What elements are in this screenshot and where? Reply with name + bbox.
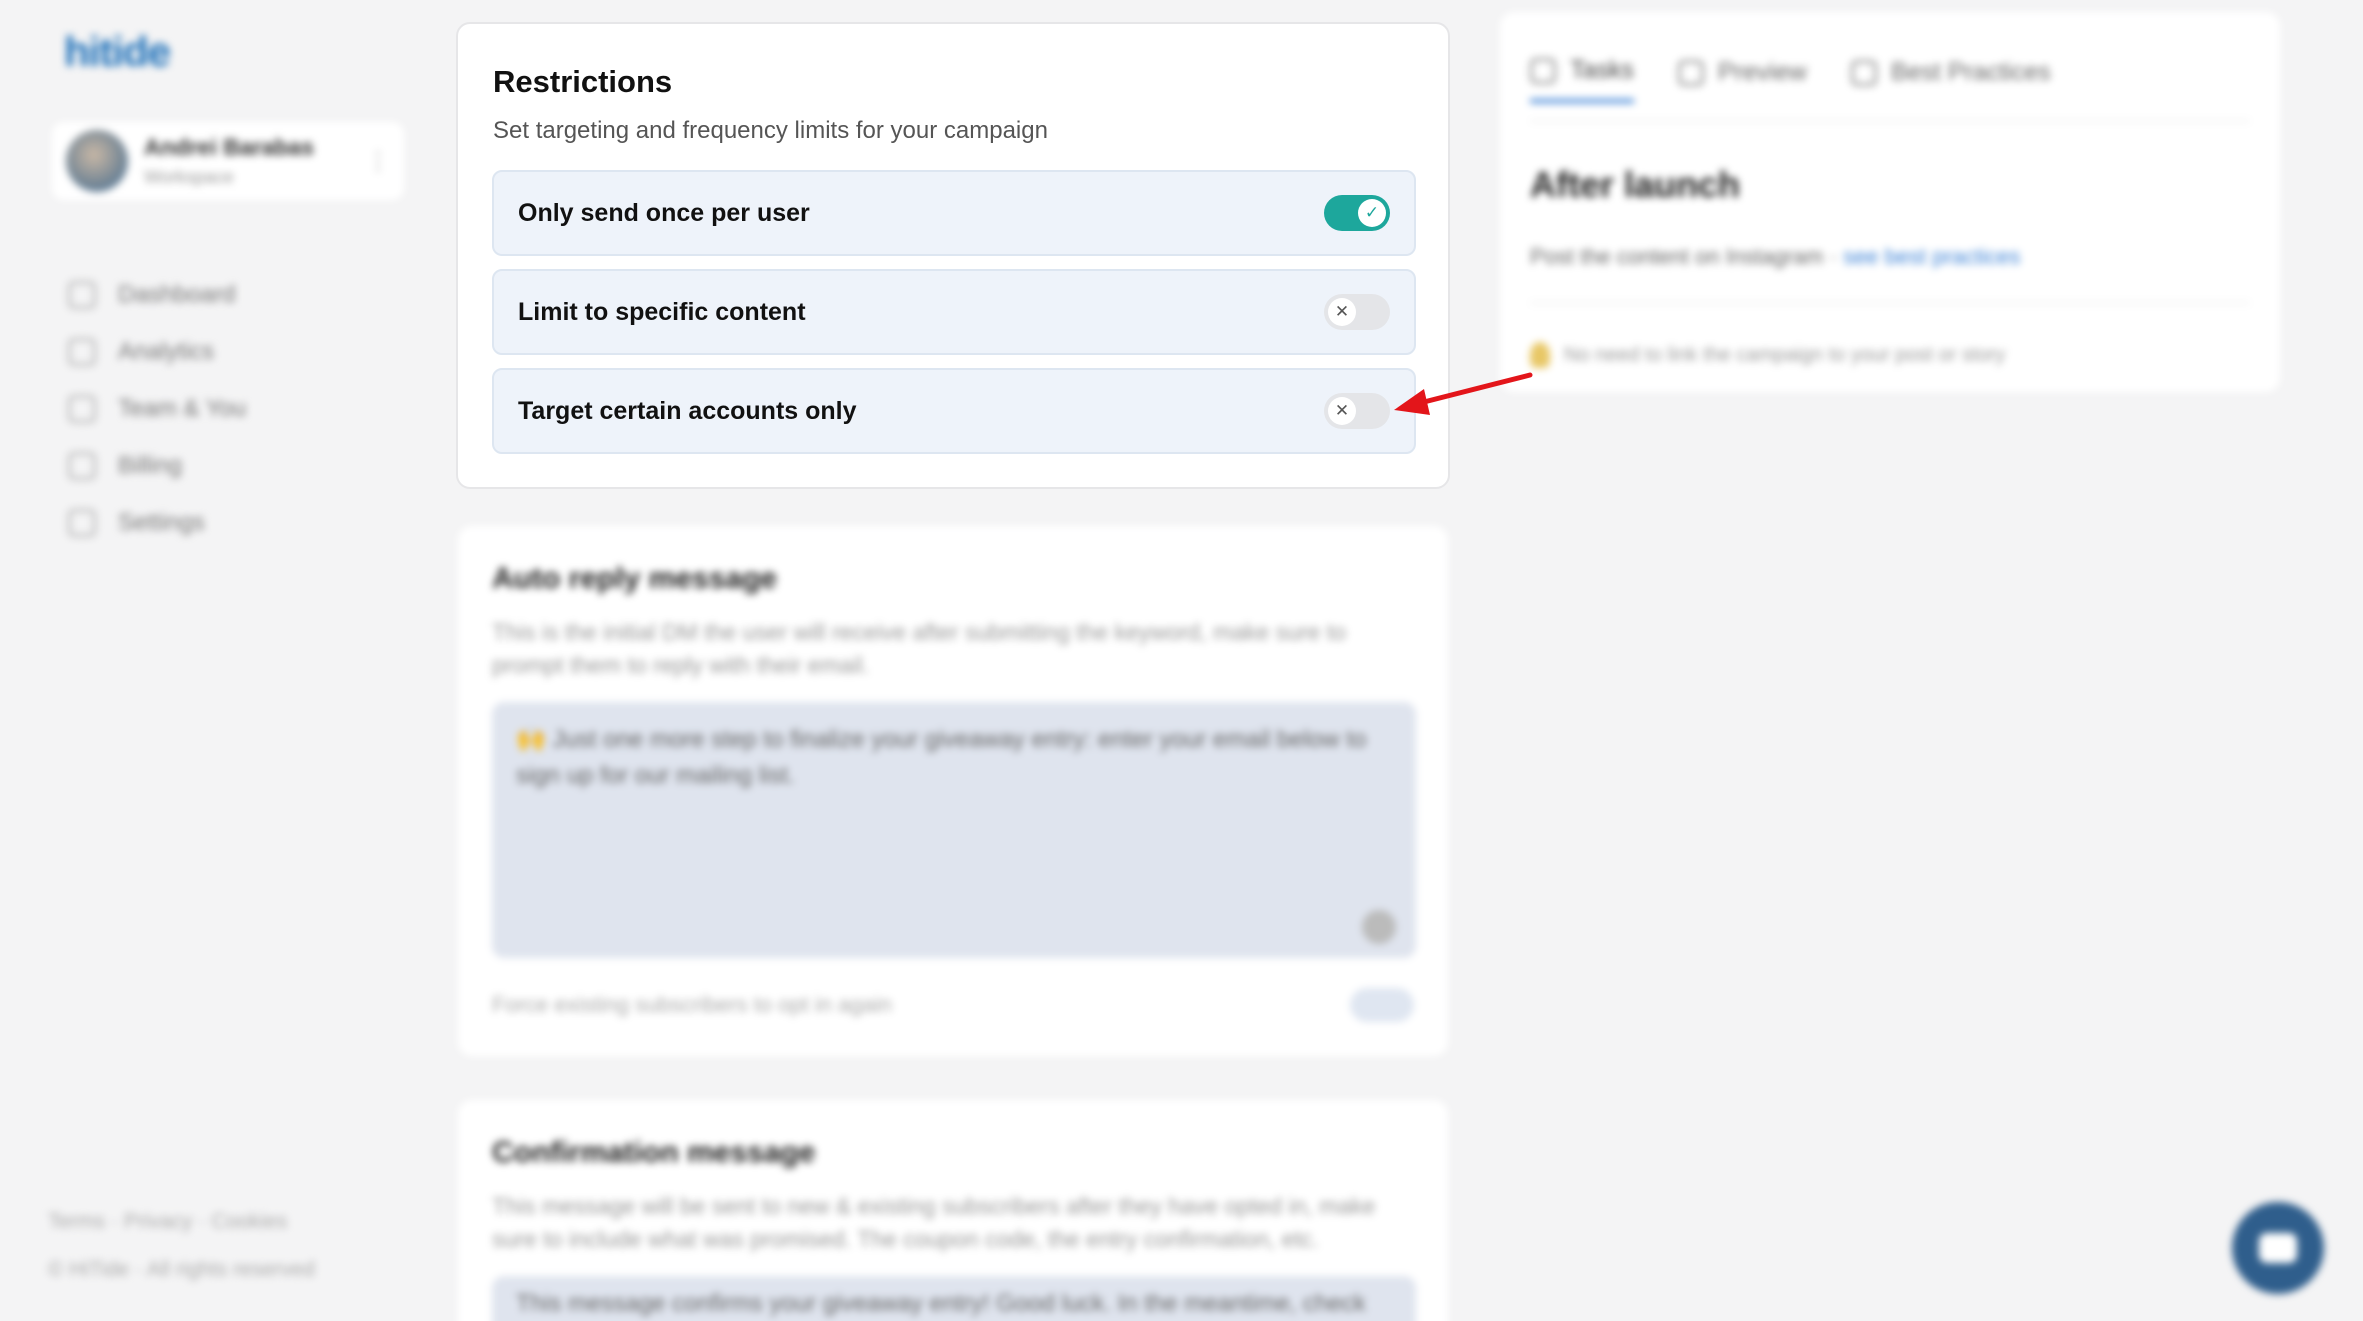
- dashboard-icon: [68, 280, 96, 309]
- restrictions-card: Restrictions Set targeting and frequency…: [456, 22, 1450, 489]
- restriction-label: Target certain accounts only: [518, 396, 857, 425]
- restriction-label: Only send once per user: [518, 198, 810, 227]
- once-per-user-toggle[interactable]: ✓: [1324, 195, 1390, 231]
- auto-reply-card: Auto reply message This is the initial D…: [458, 526, 1448, 1056]
- restriction-row-target-accounts: Target certain accounts only ✕: [492, 368, 1416, 454]
- after-launch-title: After launch: [1530, 164, 1741, 205]
- divider: [1530, 120, 2250, 122]
- right-panel-tabs: Tasks Preview Best Practices: [1530, 56, 2051, 103]
- confirmation-description: This message will be sent to new & exist…: [492, 1193, 1376, 1252]
- tip-text: No need to link the campaign to your pos…: [1564, 343, 2006, 366]
- user-workspace: Workspace: [144, 167, 234, 187]
- tab-tasks[interactable]: Tasks: [1530, 56, 1634, 103]
- sidebar-item-billing[interactable]: Billing: [68, 447, 246, 484]
- avatar: [66, 130, 128, 192]
- auto-reply-description: This is the initial DM the user will rec…: [492, 619, 1346, 678]
- tab-best-practices[interactable]: Best Practices: [1850, 56, 2051, 103]
- tab-preview[interactable]: Preview: [1677, 56, 1807, 103]
- target-accounts-toggle[interactable]: ✕: [1324, 393, 1390, 429]
- sidebar-item-dashboard[interactable]: Dashboard: [68, 276, 246, 313]
- auto-reply-message: 🙌 Just one more step to finalize your gi…: [516, 726, 1367, 789]
- more-vertical-icon[interactable]: ⋮: [366, 147, 390, 176]
- tab-label: Best Practices: [1890, 58, 2051, 86]
- sidebar-item-label: Dashboard: [118, 280, 236, 308]
- after-launch-text: Post the content on Instagram · see best…: [1530, 244, 2020, 270]
- restriction-row-once-per-user: Only send once per user ✓: [492, 170, 1416, 256]
- tab-label: Tasks: [1570, 56, 1634, 84]
- sidebar-item-analytics[interactable]: Analytics: [68, 333, 246, 370]
- check-icon: ✓: [1358, 199, 1386, 227]
- restriction-row-specific-content: Limit to specific content ✕: [492, 269, 1416, 355]
- tab-label: Preview: [1717, 58, 1807, 86]
- settings-icon: [68, 508, 96, 537]
- chat-icon: [2259, 1233, 2297, 1263]
- auto-reply-message-input[interactable]: 🙌 Just one more step to finalize your gi…: [492, 702, 1416, 958]
- sidebar-item-label: Settings: [118, 508, 205, 536]
- lightbulb-icon: [1850, 59, 1877, 86]
- chat-launcher-button[interactable]: [2232, 1202, 2324, 1294]
- close-icon: ✕: [1328, 298, 1356, 326]
- restrictions-title: Restrictions: [493, 64, 673, 99]
- footer-copyright: © HiTide · All rights reserved: [48, 1258, 315, 1281]
- tasks-icon: [1530, 57, 1556, 84]
- divider: [1530, 302, 2250, 304]
- sidebar-item-label: Team & You: [118, 394, 247, 422]
- confirmation-card: Confirmation message This message will b…: [458, 1100, 1448, 1321]
- sidebar-item-team[interactable]: Team & You: [68, 390, 246, 427]
- sidebar-item-label: Billing: [118, 451, 183, 479]
- best-practices-link[interactable]: see best practices: [1843, 244, 2020, 269]
- user-name: Andrei Barabas: [144, 134, 315, 160]
- confirmation-message-input[interactable]: This message confirms your giveaway entr…: [492, 1276, 1416, 1321]
- analytics-icon: [68, 337, 96, 366]
- billing-icon: [68, 451, 96, 480]
- sidebar-item-label: Analytics: [118, 337, 215, 365]
- preview-icon: [1677, 59, 1704, 86]
- restriction-label: Limit to specific content: [518, 297, 806, 326]
- close-icon: ✕: [1328, 397, 1356, 425]
- app-logo[interactable]: hitide: [64, 28, 171, 76]
- user-card[interactable]: Andrei Barabas Workspace ⋮: [52, 122, 404, 200]
- after-launch-instruction: Post the content on Instagram ·: [1530, 244, 1844, 269]
- emoji-icon[interactable]: [1362, 910, 1396, 944]
- team-icon: [68, 394, 96, 423]
- sidebar-nav: Dashboard Analytics Team & You Billing S…: [68, 276, 246, 541]
- tip: No need to link the campaign to your pos…: [1530, 342, 2005, 368]
- force-optin-label: Force existing subscribers to opt in aga…: [492, 992, 892, 1017]
- force-optin-toggle[interactable]: [1350, 988, 1414, 1022]
- specific-content-toggle[interactable]: ✕: [1324, 294, 1390, 330]
- auto-reply-title: Auto reply message: [492, 562, 778, 595]
- sidebar-item-settings[interactable]: Settings: [68, 504, 246, 541]
- annotation-arrow-icon: [1394, 372, 1533, 415]
- footer-links[interactable]: Terms · Privacy · Cookies: [48, 1210, 287, 1234]
- confirmation-title: Confirmation message: [492, 1136, 816, 1169]
- right-panel: Tasks Preview Best Practices After launc…: [1500, 12, 2280, 392]
- restrictions-subtitle: Set targeting and frequency limits for y…: [493, 117, 1048, 144]
- sidebar: hitide Andrei Barabas Workspace ⋮ Dashbo…: [0, 0, 440, 1321]
